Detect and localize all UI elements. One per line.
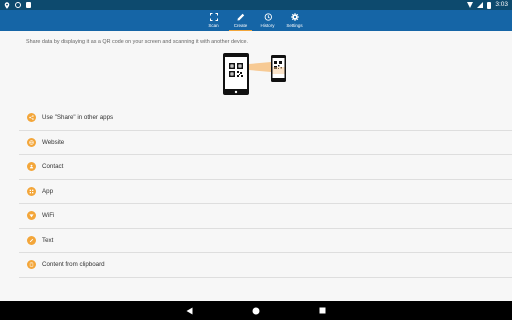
back-button[interactable] (185, 306, 194, 315)
list-item-clipboard[interactable]: Content from clipboard (19, 253, 512, 278)
navigation-bar (0, 301, 512, 320)
wifi-icon (467, 2, 474, 8)
back-icon (186, 307, 193, 314)
list-item-text[interactable]: Text (19, 229, 512, 253)
location-icon (4, 2, 10, 9)
recents-button[interactable] (318, 306, 327, 315)
pencil-icon (236, 12, 246, 22)
list-item-label: Text (42, 236, 54, 244)
clipboard-icon (27, 260, 36, 270)
sync-icon (15, 2, 21, 8)
tab-label: Create (233, 23, 248, 28)
list-item-label: Use "Share" in other apps (42, 114, 114, 122)
gear-icon (290, 12, 300, 22)
list-item-label: Content from clipboard (42, 261, 105, 269)
create-options-list: Use "Share" in other apps Website Contac… (19, 106, 512, 278)
intro-text: Share data by displaying it as a QR code… (26, 39, 249, 45)
tab-scan[interactable]: Scan (200, 10, 227, 31)
list-item-contact[interactable]: Contact (19, 155, 512, 180)
tab-create[interactable]: Create (227, 10, 254, 31)
tab-label: Settings (286, 23, 303, 28)
list-item-label: App (42, 187, 54, 195)
text-icon (27, 235, 36, 245)
battery-icon (487, 1, 492, 9)
home-button[interactable] (251, 306, 260, 315)
home-icon (252, 307, 259, 314)
globe-icon (27, 137, 36, 147)
wifi-icon (27, 211, 36, 221)
app-toolbar: Scan Create History Settings (0, 10, 512, 31)
tab-settings[interactable]: Settings (281, 10, 308, 31)
share-icon (27, 113, 36, 123)
tab-label: Scan (208, 23, 219, 28)
list-item-website[interactable]: Website (19, 131, 512, 155)
tab-bar: Scan Create History Settings (200, 10, 308, 31)
list-item-label: Contact (42, 163, 64, 171)
recents-icon (319, 307, 326, 314)
tab-label: History (260, 23, 275, 28)
sd-card-icon (26, 2, 31, 8)
history-icon (263, 12, 273, 22)
status-bar: 3:03 (0, 0, 512, 10)
app-icon (27, 186, 36, 196)
status-time: 3:03 (495, 1, 508, 8)
signal-icon (477, 2, 484, 8)
tab-history[interactable]: History (254, 10, 281, 31)
list-item-app[interactable]: App (19, 180, 512, 204)
list-item-share[interactable]: Use "Share" in other apps (19, 106, 512, 131)
list-item-wifi[interactable]: WiFi (19, 204, 512, 229)
list-item-label: Website (42, 138, 65, 146)
contact-icon (27, 162, 36, 172)
list-item-label: WiFi (42, 212, 55, 220)
scan-icon (209, 12, 219, 22)
share-illustration (222, 52, 292, 98)
